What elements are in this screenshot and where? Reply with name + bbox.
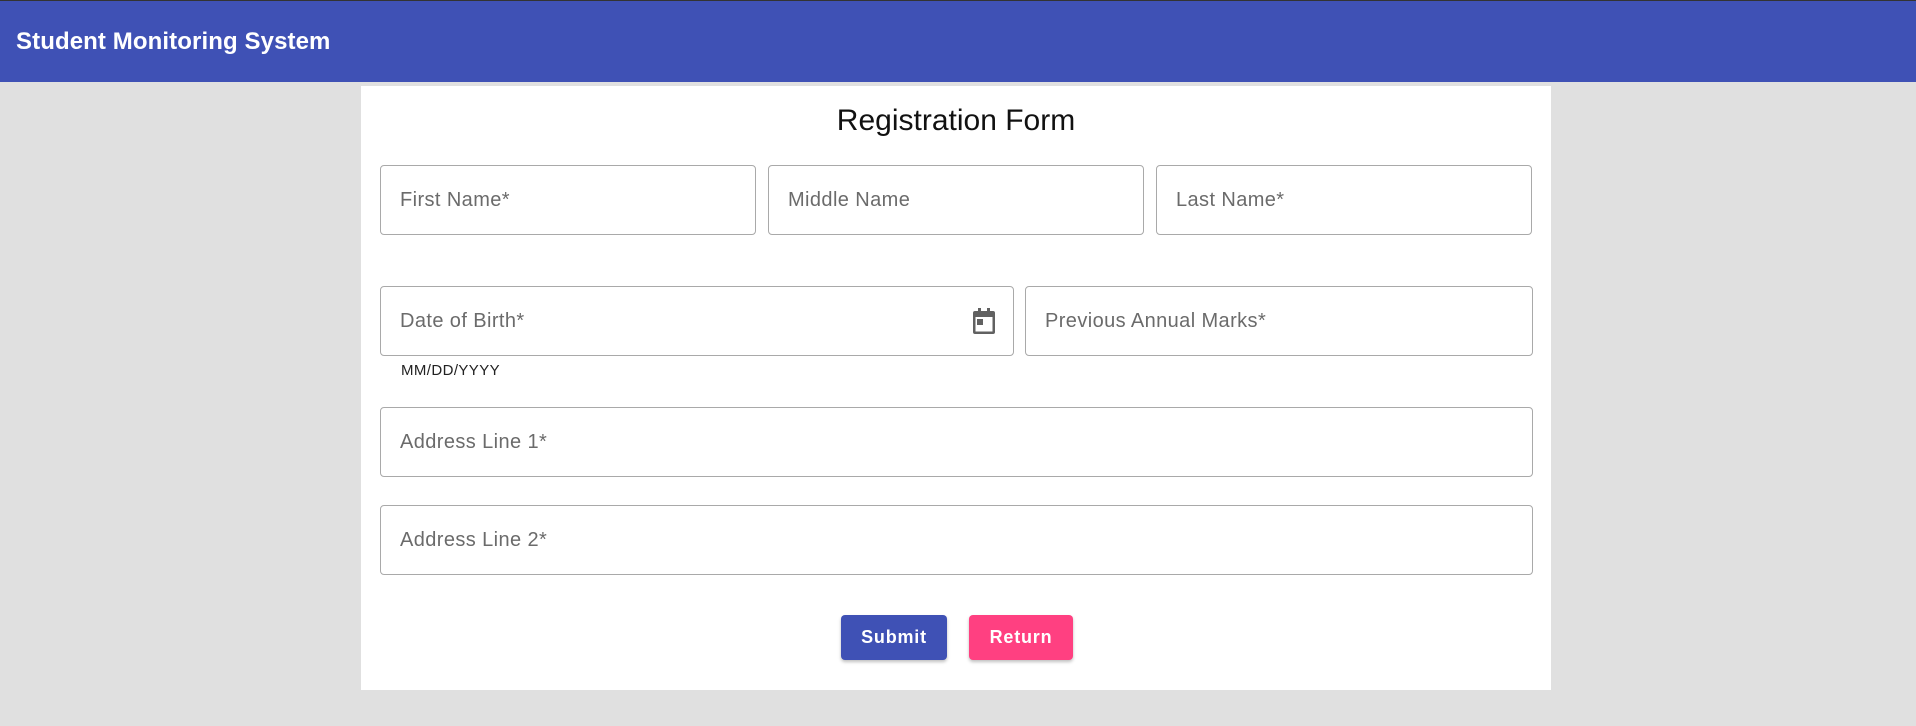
first-name-label: First Name* — [400, 188, 510, 211]
address-line-1-label: Address Line 1* — [400, 430, 548, 453]
submit-button[interactable]: Submit — [841, 615, 947, 660]
last-name-label: Last Name* — [1176, 188, 1285, 211]
address-line-1-field[interactable]: Address Line 1* — [380, 407, 1533, 477]
registration-card: Registration Form First Name* Middle Nam… — [361, 86, 1551, 690]
return-button[interactable]: Return — [969, 615, 1073, 660]
date-of-birth-label: Date of Birth* — [400, 309, 525, 332]
middle-name-field[interactable]: Middle Name — [768, 165, 1144, 235]
calendar-icon[interactable] — [971, 307, 997, 335]
middle-name-label: Middle Name — [788, 188, 911, 211]
date-of-birth-field[interactable]: Date of Birth* — [380, 286, 1014, 356]
previous-annual-marks-label: Previous Annual Marks* — [1045, 309, 1267, 332]
address-line-2-field[interactable]: Address Line 2* — [380, 505, 1533, 575]
address-line-2-label: Address Line 2* — [400, 528, 548, 551]
first-name-field[interactable]: First Name* — [380, 165, 756, 235]
form-title: Registration Form — [836, 104, 1076, 137]
app-title: Student Monitoring System — [16, 27, 331, 55]
date-format-hint: MM/DD/YYYY — [401, 362, 501, 379]
previous-annual-marks-field[interactable]: Previous Annual Marks* — [1025, 286, 1533, 356]
app-toolbar: Student Monitoring System — [0, 0, 1916, 82]
last-name-field[interactable]: Last Name* — [1156, 165, 1532, 235]
